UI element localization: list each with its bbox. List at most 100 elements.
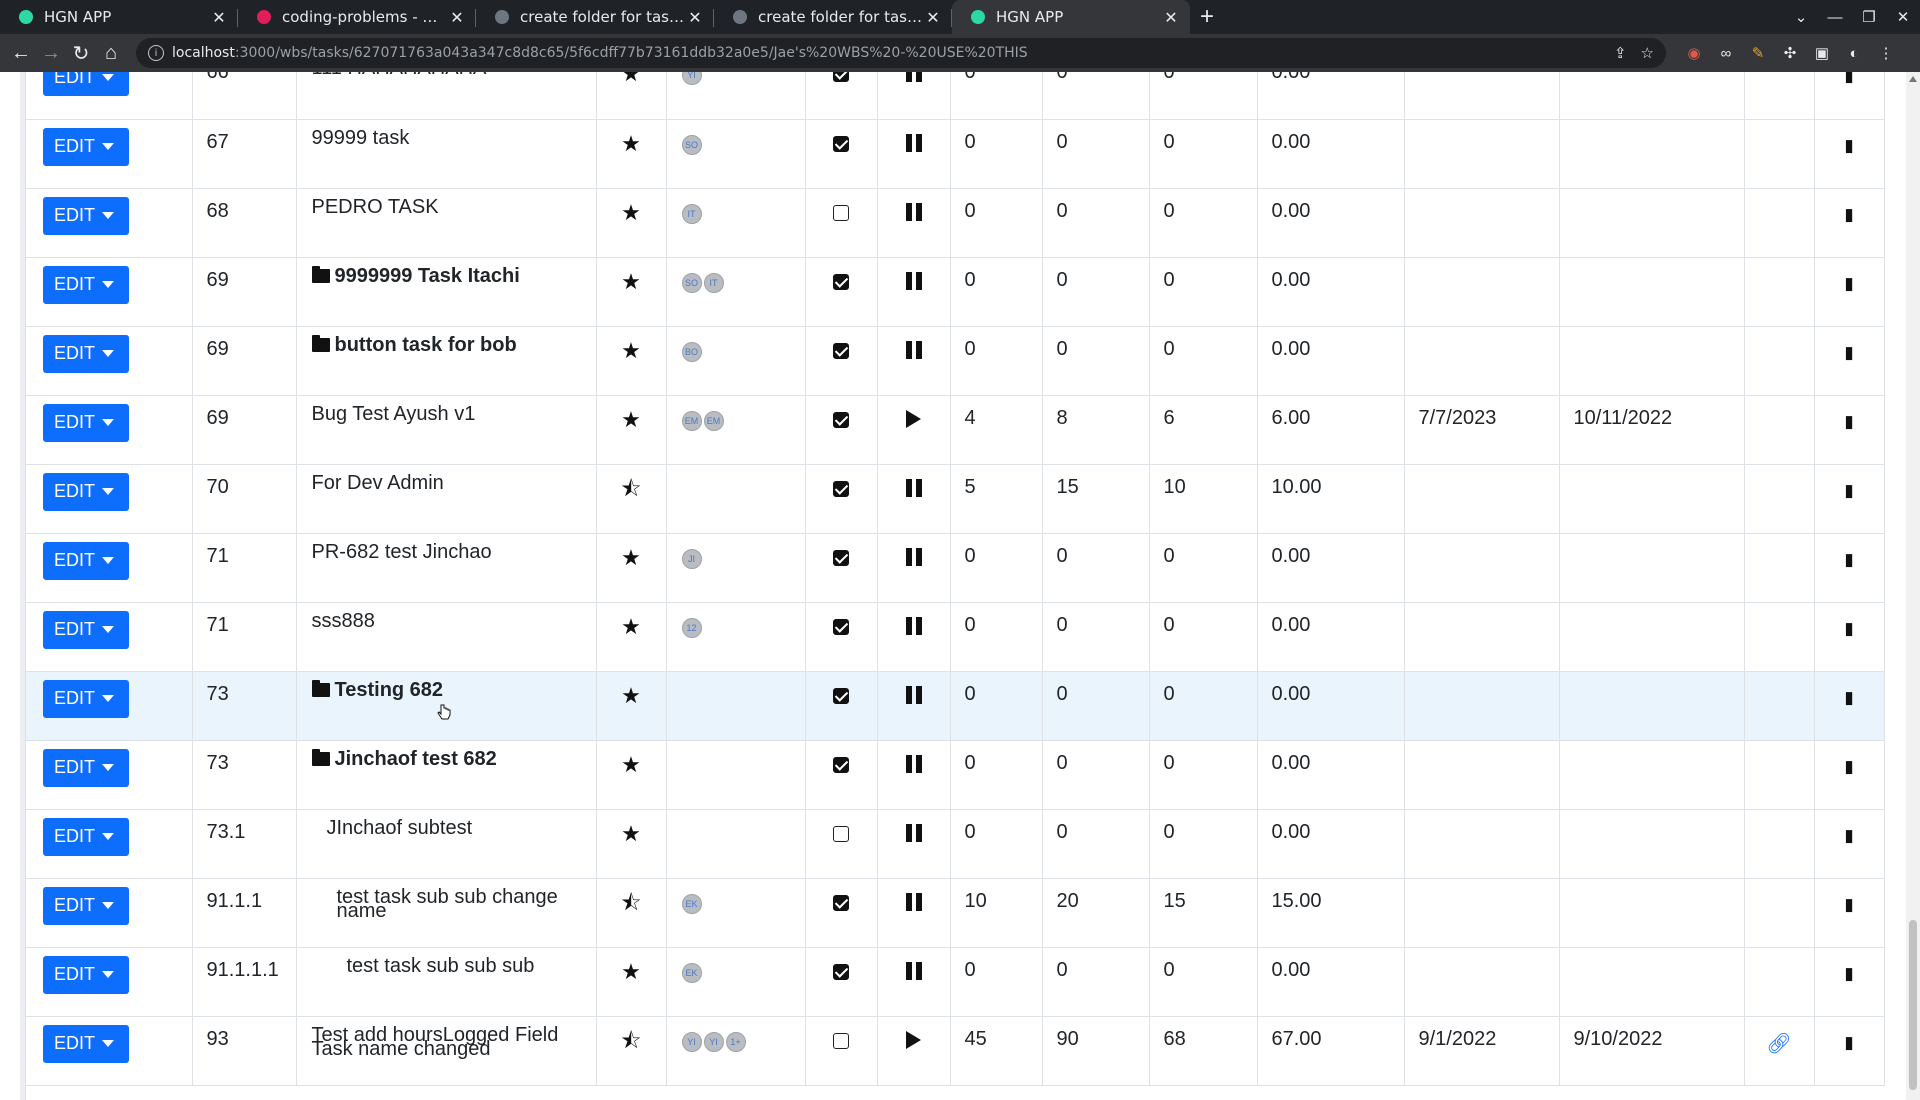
book-icon[interactable]: ▮ bbox=[1844, 826, 1853, 845]
task-name-cell[interactable]: sss888 bbox=[296, 602, 597, 672]
task-name[interactable]: button task for bob bbox=[335, 335, 517, 355]
tab-search-icon[interactable]: ⌄ bbox=[1784, 8, 1818, 26]
resource-avatar[interactable]: YI bbox=[681, 72, 702, 85]
resource-avatar[interactable]: 1+ bbox=[725, 1031, 746, 1052]
extensions-puzzle-icon[interactable]: ✣ bbox=[1774, 44, 1806, 62]
star-icon[interactable]: ★ bbox=[621, 683, 641, 708]
edit-dropdown-button[interactable]: EDIT bbox=[43, 610, 129, 649]
pause-icon[interactable] bbox=[905, 271, 923, 290]
minimize-icon[interactable]: — bbox=[1818, 9, 1852, 26]
task-name[interactable]: Testing 682 bbox=[335, 680, 444, 700]
edit-dropdown-button[interactable]: EDIT bbox=[43, 541, 129, 580]
edit-dropdown-button[interactable]: EDIT bbox=[43, 472, 129, 511]
resource-avatar[interactable]: BO bbox=[681, 341, 702, 362]
edit-dropdown-button[interactable]: EDIT bbox=[43, 334, 129, 373]
edit-dropdown-button[interactable]: EDIT bbox=[43, 196, 129, 235]
browser-tab-1[interactable]: coding-problems - Highes✕ bbox=[238, 0, 476, 34]
resource-avatar[interactable]: SO bbox=[681, 134, 702, 155]
assigned-checkbox[interactable] bbox=[833, 135, 849, 152]
star-icon[interactable]: ★ bbox=[621, 407, 641, 432]
task-name[interactable]: Jinchaof test 682 bbox=[335, 749, 497, 769]
pause-icon[interactable] bbox=[905, 961, 923, 980]
scrollbar-thumb[interactable] bbox=[1909, 920, 1917, 1090]
task-name-cell[interactable]: test task sub sub sub bbox=[296, 947, 597, 1017]
half-star-icon[interactable]: ⯪ bbox=[621, 890, 642, 915]
assigned-checkbox[interactable] bbox=[833, 204, 849, 221]
extension-red-icon[interactable]: ◉ bbox=[1678, 44, 1710, 62]
edit-dropdown-button[interactable]: EDIT bbox=[43, 817, 129, 856]
extension-pencil-icon[interactable]: ✎ bbox=[1742, 44, 1774, 62]
assigned-checkbox[interactable] bbox=[833, 756, 849, 773]
tab-close-icon[interactable]: ✕ bbox=[210, 8, 228, 27]
pause-icon[interactable] bbox=[905, 754, 923, 773]
star-icon[interactable]: ★ bbox=[621, 269, 641, 294]
pause-icon[interactable] bbox=[905, 823, 923, 842]
pause-icon[interactable] bbox=[905, 892, 923, 911]
book-icon[interactable]: ▮ bbox=[1844, 412, 1853, 431]
tab-close-icon[interactable]: ✕ bbox=[1162, 8, 1180, 27]
half-star-icon[interactable]: ⯪ bbox=[621, 476, 642, 501]
browser-menu-icon[interactable]: ⋮ bbox=[1870, 44, 1902, 62]
task-name-cell[interactable]: 99999 task bbox=[296, 119, 597, 189]
task-name-cell[interactable]: Jinchaof test 682 bbox=[296, 740, 597, 810]
new-tab-button[interactable]: + bbox=[1190, 0, 1224, 34]
play-icon[interactable] bbox=[906, 409, 921, 428]
dark-mode-icon[interactable]: ◐ bbox=[1838, 45, 1870, 62]
resource-avatar[interactable]: EM bbox=[703, 410, 724, 431]
browser-tab-2[interactable]: create folder for tasks wi✕ bbox=[476, 0, 714, 34]
extension-glasses-icon[interactable]: ∞ bbox=[1710, 45, 1742, 62]
star-icon[interactable]: ★ bbox=[621, 821, 641, 846]
tab-close-icon[interactable]: ✕ bbox=[448, 8, 466, 27]
star-icon[interactable]: ★ bbox=[621, 959, 641, 984]
task-name[interactable]: sss888 bbox=[312, 611, 375, 631]
task-name[interactable]: 111 HAHAHAHAHA bbox=[312, 72, 487, 78]
task-name[interactable]: 9999999 Task Itachi bbox=[335, 266, 520, 286]
book-icon[interactable]: ▮ bbox=[1844, 619, 1853, 638]
star-icon[interactable]: ★ bbox=[621, 72, 641, 86]
book-icon[interactable]: ▮ bbox=[1844, 274, 1853, 293]
book-icon[interactable]: ▮ bbox=[1844, 550, 1853, 569]
assigned-checkbox[interactable] bbox=[833, 825, 849, 842]
task-name[interactable]: 99999 task bbox=[312, 128, 410, 148]
assigned-checkbox[interactable] bbox=[833, 1032, 849, 1049]
home-icon[interactable]: ⌂ bbox=[96, 42, 126, 65]
task-name-cell[interactable]: 9999999 Task Itachi bbox=[296, 257, 597, 327]
assigned-checkbox[interactable] bbox=[833, 72, 849, 82]
task-name-cell[interactable]: PEDRO TASK bbox=[296, 188, 597, 258]
edit-dropdown-button[interactable]: EDIT bbox=[43, 127, 129, 166]
edit-dropdown-button[interactable]: EDIT bbox=[43, 955, 129, 994]
star-icon[interactable]: ★ bbox=[621, 338, 641, 363]
star-icon[interactable]: ★ bbox=[621, 545, 641, 570]
pause-icon[interactable] bbox=[905, 616, 923, 635]
task-name-cell[interactable]: 111 HAHAHAHAHA bbox=[296, 72, 597, 120]
back-icon[interactable]: ← bbox=[6, 42, 36, 65]
star-icon[interactable]: ★ bbox=[621, 131, 641, 156]
assigned-checkbox[interactable] bbox=[833, 273, 849, 290]
link-icon[interactable]: 🔗︎ bbox=[1766, 1033, 1791, 1055]
pause-icon[interactable] bbox=[905, 547, 923, 566]
resource-avatar[interactable]: SO bbox=[681, 272, 702, 293]
book-icon[interactable]: ▮ bbox=[1844, 205, 1853, 224]
assigned-checkbox[interactable] bbox=[833, 411, 849, 428]
pause-icon[interactable] bbox=[905, 202, 923, 221]
edit-dropdown-button[interactable]: EDIT bbox=[43, 265, 129, 304]
restore-icon[interactable]: ❐ bbox=[1852, 8, 1886, 26]
assigned-checkbox[interactable] bbox=[833, 549, 849, 566]
edit-dropdown-button[interactable]: EDIT bbox=[43, 403, 129, 442]
book-icon[interactable]: ▮ bbox=[1844, 136, 1853, 155]
assigned-checkbox[interactable] bbox=[833, 894, 849, 911]
pause-icon[interactable] bbox=[905, 685, 923, 704]
task-name[interactable]: JInchaof subtest bbox=[327, 818, 473, 838]
resource-avatar[interactable]: IT bbox=[703, 272, 724, 293]
assigned-checkbox[interactable] bbox=[833, 963, 849, 980]
book-icon[interactable]: ▮ bbox=[1844, 343, 1853, 362]
task-name-cell[interactable]: Test add hoursLogged Field Task name cha… bbox=[296, 1016, 597, 1086]
half-star-icon[interactable]: ⯪ bbox=[621, 1028, 642, 1053]
task-name[interactable]: test task sub sub change name bbox=[337, 887, 582, 921]
edit-dropdown-button[interactable]: EDIT bbox=[43, 1024, 129, 1063]
book-icon[interactable]: ▮ bbox=[1844, 757, 1853, 776]
reload-icon[interactable]: ↻ bbox=[66, 41, 96, 66]
edit-dropdown-button[interactable]: EDIT bbox=[43, 748, 129, 787]
assigned-checkbox[interactable] bbox=[833, 480, 849, 497]
pause-icon[interactable] bbox=[905, 340, 923, 359]
